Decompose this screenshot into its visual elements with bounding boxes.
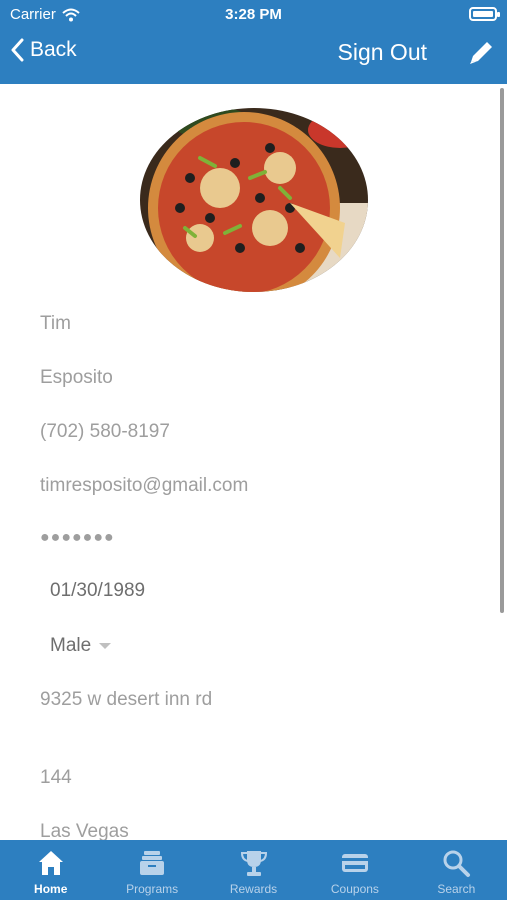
search-icon <box>443 850 471 877</box>
city-field[interactable]: Las Vegas <box>40 821 129 840</box>
back-button[interactable]: Back <box>10 38 77 62</box>
first-name-field[interactable]: Tim <box>40 313 71 335</box>
caret-down-icon <box>99 642 112 649</box>
trophy-icon <box>240 851 267 876</box>
back-label: Back <box>30 38 77 61</box>
tab-coupons[interactable]: Coupons <box>304 840 405 900</box>
address2-field[interactable]: 144 <box>40 767 72 789</box>
tab-coupons-label: Coupons <box>330 882 379 896</box>
scrollbar[interactable] <box>500 88 504 613</box>
tab-rewards-label: Rewards <box>229 882 278 896</box>
birthdate-field[interactable]: 01/30/1989 <box>50 580 145 602</box>
status-time: 3:28 PM <box>225 6 282 23</box>
chevron-left-icon <box>11 38 24 62</box>
programs-icon <box>140 851 165 875</box>
tab-home[interactable]: Home <box>0 840 101 900</box>
pizza-image <box>140 108 368 292</box>
status-bar: Carrier 3:28 PM <box>0 0 507 30</box>
password-field[interactable]: ●●●●●●● <box>40 529 115 547</box>
phone-field[interactable]: (702) 580-8197 <box>40 421 170 443</box>
top-bar: Carrier 3:28 PM Back Sign Out <box>0 0 507 84</box>
email-field[interactable]: timresposito@gmail.com <box>40 475 248 497</box>
tab-programs[interactable]: Programs <box>101 840 202 900</box>
last-name-field[interactable]: Esposito <box>40 367 113 389</box>
tab-bar: Home Programs Rewards Coupons Search <box>0 840 507 900</box>
sign-out-button[interactable]: Sign Out <box>338 39 428 66</box>
home-icon <box>38 851 63 875</box>
tab-rewards[interactable]: Rewards <box>203 840 304 900</box>
profile-avatar[interactable] <box>140 108 368 292</box>
tab-programs-label: Programs <box>126 882 179 896</box>
nav-bar: Back Sign Out <box>0 34 507 74</box>
gender-value: Male <box>50 635 92 656</box>
battery-icon <box>469 7 500 21</box>
pencil-icon[interactable] <box>467 38 495 68</box>
tab-home-label: Home <box>34 882 68 896</box>
profile-content: Tim Esposito (702) 580-8197 timresposito… <box>0 84 507 840</box>
tab-search[interactable]: Search <box>406 840 507 900</box>
coupon-icon <box>341 854 368 872</box>
address-field[interactable]: 9325 w desert inn rd <box>40 689 212 711</box>
gender-select[interactable]: Male <box>50 635 112 657</box>
tab-search-label: Search <box>437 882 476 896</box>
